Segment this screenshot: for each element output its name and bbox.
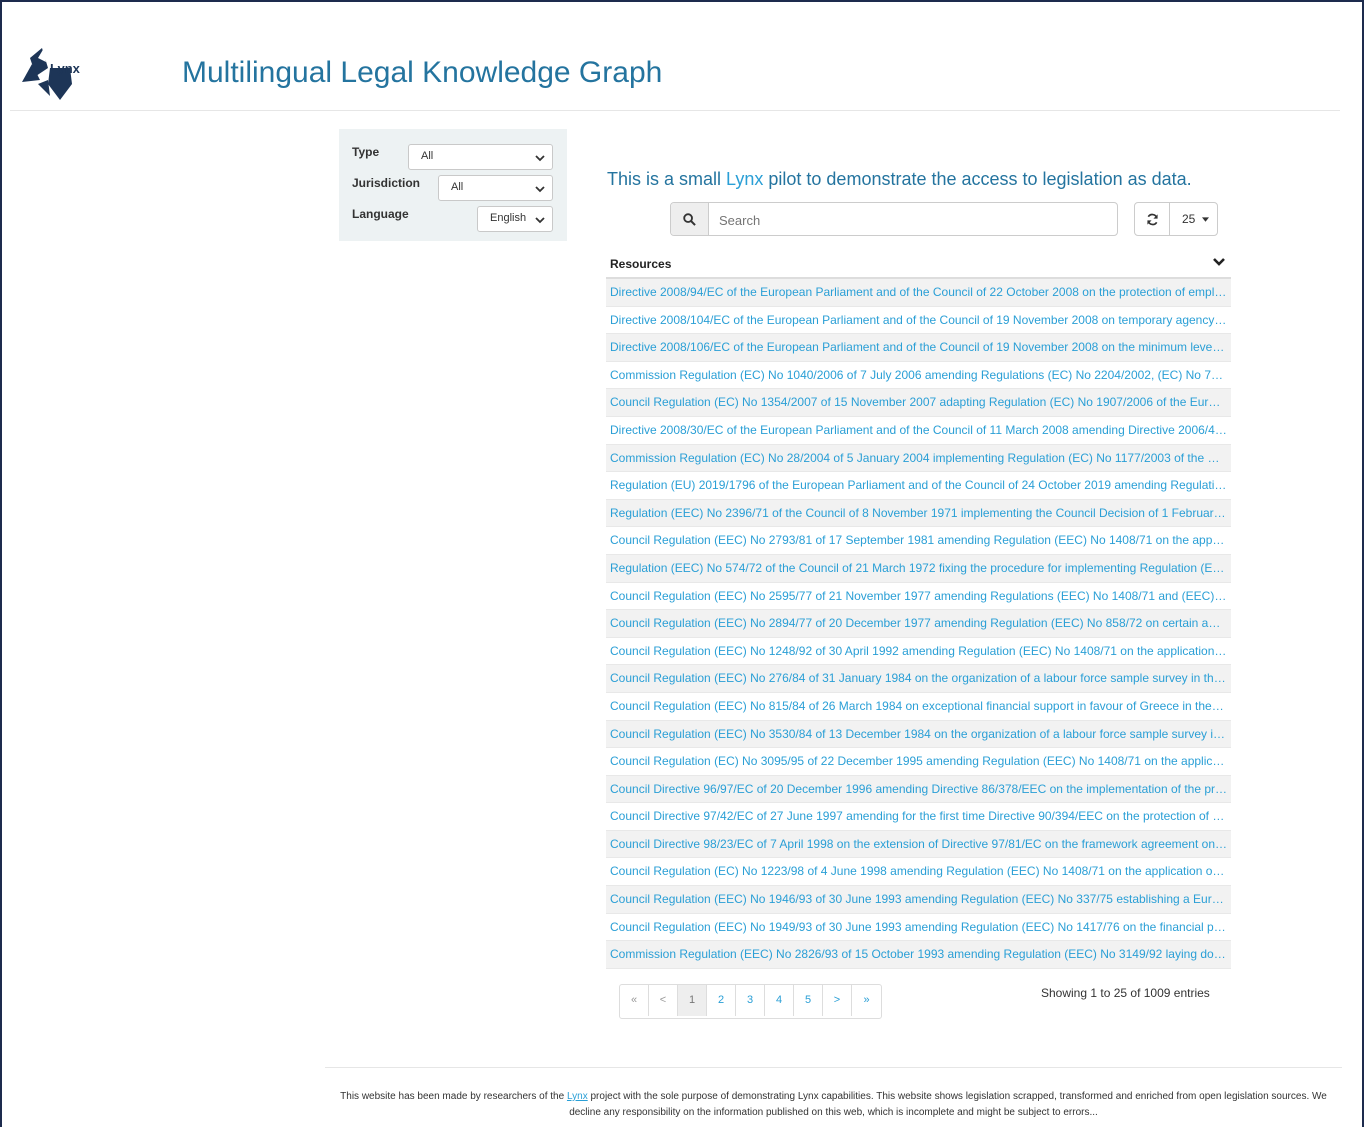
filter-type-label: Type bbox=[352, 145, 380, 159]
table-row[interactable]: Directive 2008/104/EC of the European Pa… bbox=[606, 307, 1231, 335]
jurisdiction-select[interactable]: All bbox=[438, 175, 553, 201]
page-2-button[interactable]: 2 bbox=[707, 985, 736, 1016]
table-header: Resources bbox=[606, 250, 1231, 279]
table-row[interactable]: Directive 2008/30/EC of the European Par… bbox=[606, 417, 1231, 445]
table-row[interactable]: Council Regulation (EC) No 1354/2007 of … bbox=[606, 389, 1231, 417]
site-header: Lynx Multilingual Legal Knowledge Graph bbox=[10, 36, 1340, 111]
intro-text: This is a small Lynx pilot to demonstrat… bbox=[607, 169, 1192, 190]
intro-after: pilot to demonstrate the access to legis… bbox=[763, 169, 1192, 189]
site-footer: This website has been made by researcher… bbox=[325, 1067, 1342, 1118]
filter-jurisdiction-label: Jurisdiction bbox=[352, 176, 421, 190]
pagination: « < 1 2 3 4 5 > » bbox=[619, 984, 882, 1019]
table-row[interactable]: Regulation (EEC) No 2396/71 of the Counc… bbox=[606, 499, 1231, 528]
type-select[interactable]: All bbox=[408, 144, 553, 170]
table-row[interactable]: Commission Regulation (EC) No 1040/2006 … bbox=[606, 362, 1231, 390]
table-row[interactable]: Commission Regulation (EEC) No 2826/93 o… bbox=[606, 941, 1231, 969]
page-5-button[interactable]: 5 bbox=[794, 985, 823, 1016]
page-4-button[interactable]: 4 bbox=[765, 985, 794, 1016]
type-select-value: All bbox=[421, 150, 434, 162]
footer-text-part1: This website has been made by researcher… bbox=[340, 1091, 567, 1102]
footer-disclaimer: This website has been made by researcher… bbox=[325, 1089, 1342, 1121]
page-first-button[interactable]: « bbox=[620, 985, 649, 1016]
pagination-info: Showing 1 to 25 of 1009 entries bbox=[1041, 986, 1210, 1000]
chevron-down-icon bbox=[535, 155, 545, 162]
search-addon bbox=[671, 203, 709, 235]
page-size-value: 25 bbox=[1182, 212, 1196, 226]
intro-before: This is a small bbox=[607, 169, 727, 189]
search-input[interactable] bbox=[709, 203, 1121, 237]
filter-panel: Type All Jurisdiction All Language Engli… bbox=[339, 129, 567, 241]
table-row[interactable]: Council Regulation (EEC) No 1946/93 of 3… bbox=[606, 886, 1231, 914]
table-row[interactable]: Council Directive 98/23/EC of 7 April 19… bbox=[606, 830, 1231, 859]
table-row[interactable]: Regulation (EU) 2019/1796 of the Europea… bbox=[606, 472, 1231, 500]
footer-text-part2: project with the sole purpose of demonst… bbox=[569, 1091, 1327, 1118]
filter-jurisdiction: Jurisdiction All bbox=[339, 175, 567, 203]
page-3-button[interactable]: 3 bbox=[736, 985, 765, 1016]
page-size-dropdown[interactable]: 25 bbox=[1169, 202, 1218, 236]
table-row[interactable]: Council Regulation (EEC) No 3530/84 of 1… bbox=[606, 720, 1231, 749]
table-row[interactable]: Council Regulation (EEC) No 2793/81 of 1… bbox=[606, 527, 1231, 555]
refresh-button[interactable] bbox=[1134, 202, 1170, 236]
column-header-resources: Resources bbox=[610, 257, 672, 271]
search-group bbox=[670, 202, 1121, 237]
table-row[interactable]: Council Regulation (EEC) No 276/84 of 31… bbox=[606, 665, 1231, 693]
table-body: Directive 2008/94/EC of the European Par… bbox=[606, 279, 1231, 969]
language-select[interactable]: English bbox=[477, 206, 553, 232]
filter-type: Type All bbox=[339, 144, 567, 172]
sort-chevron-icon[interactable] bbox=[1213, 257, 1225, 267]
table-row[interactable]: Council Regulation (EC) No 3095/95 of 22… bbox=[606, 748, 1231, 776]
table-row[interactable]: Council Directive 97/42/EC of 27 June 19… bbox=[606, 803, 1231, 831]
jurisdiction-select-value: All bbox=[451, 181, 464, 193]
table-row[interactable]: Council Regulation (EEC) No 2894/77 of 2… bbox=[606, 610, 1231, 638]
logo-text: Lynx bbox=[50, 61, 80, 76]
language-select-value: English bbox=[490, 212, 527, 224]
intro-lynx-link[interactable]: Lynx bbox=[726, 169, 763, 189]
filter-language: Language English bbox=[339, 206, 567, 234]
filter-language-label: Language bbox=[352, 207, 409, 221]
table-row[interactable]: Directive 2008/94/EC of the European Par… bbox=[606, 279, 1231, 307]
resources-table: Resources Directive 2008/94/EC of the Eu… bbox=[606, 250, 1231, 969]
search-icon bbox=[683, 213, 696, 226]
caret-down-icon bbox=[1201, 217, 1209, 223]
chevron-down-icon bbox=[535, 186, 545, 193]
table-row[interactable]: Council Directive 96/97/EC of 20 Decembe… bbox=[606, 775, 1231, 804]
table-row[interactable]: Regulation (EEC) No 574/72 of the Counci… bbox=[606, 554, 1231, 583]
table-row[interactable]: Council Regulation (EEC) No 1248/92 of 3… bbox=[606, 638, 1231, 666]
page-next-button[interactable]: > bbox=[823, 985, 852, 1016]
table-row[interactable]: Council Regulation (EC) No 1223/98 of 4 … bbox=[606, 858, 1231, 887]
table-row[interactable]: Directive 2008/106/EC of the European Pa… bbox=[606, 334, 1231, 362]
page-prev-button[interactable]: < bbox=[649, 985, 678, 1016]
page-title: Multilingual Legal Knowledge Graph bbox=[182, 56, 663, 89]
page-last-button[interactable]: » bbox=[852, 985, 881, 1016]
page-1-button[interactable]: 1 bbox=[678, 985, 707, 1016]
refresh-icon bbox=[1147, 213, 1158, 226]
table-row[interactable]: Council Regulation (EEC) No 815/84 of 26… bbox=[606, 693, 1231, 721]
chevron-down-icon bbox=[535, 217, 545, 224]
footer-lynx-link[interactable]: Lynx bbox=[567, 1091, 588, 1102]
table-row[interactable]: Council Regulation (EEC) No 2595/77 of 2… bbox=[606, 583, 1231, 611]
table-row[interactable]: Commission Regulation (EC) No 28/2004 of… bbox=[606, 444, 1231, 473]
table-row[interactable]: Council Regulation (EEC) No 1949/93 of 3… bbox=[606, 914, 1231, 942]
